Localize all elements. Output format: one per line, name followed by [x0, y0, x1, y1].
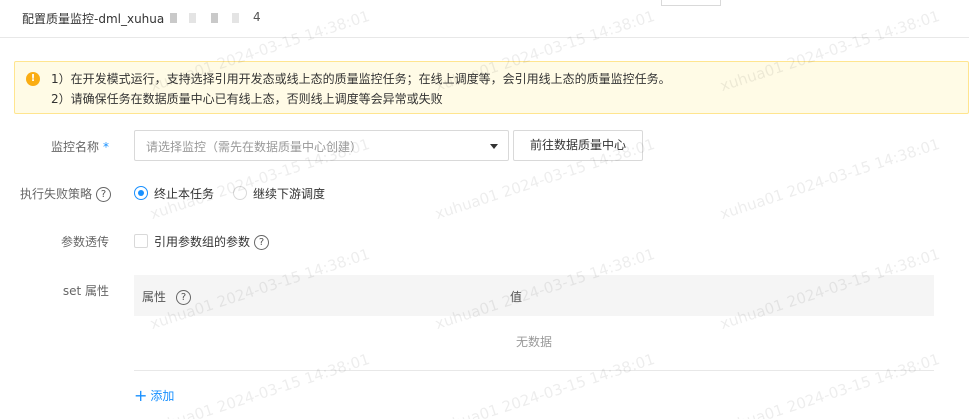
goto-data-quality-button[interactable]: 前往数据质量中心: [513, 130, 643, 161]
page-title: 配置质量监控-dml_xuhua: [22, 12, 165, 26]
set-props-table: 属性? 值 无数据: [134, 275, 934, 371]
column-header-property: 属性?: [142, 288, 192, 305]
help-icon[interactable]: ?: [96, 187, 111, 202]
set-props-label: set 属性: [62, 284, 109, 298]
caret-down-icon: [490, 144, 498, 149]
required-mark: *: [103, 140, 109, 154]
radio-stop-task-label: 终止本任务: [154, 187, 215, 201]
radio-stop-task[interactable]: 终止本任务: [134, 185, 224, 201]
warning-alert: ! 1）在开发模式运行，支持选择引用开发态或线上态的质量监控任务；在线上调度等，…: [14, 61, 969, 114]
redacted-block: [170, 13, 177, 23]
param-group-checkbox-text: 引用参数组的参数: [154, 235, 251, 249]
header-action-button[interactable]: [661, 0, 721, 6]
monitor-select[interactable]: 请选择监控（需先在数据质量中心创建）: [134, 130, 509, 161]
monitor-select-placeholder: 请选择监控（需先在数据质量中心创建）: [146, 140, 363, 154]
param-group-checkbox-label: 引用参数组的参数?: [154, 233, 270, 250]
param-passthrough-label: 参数透传: [60, 235, 109, 249]
param-group-checkbox[interactable]: [134, 234, 148, 248]
alert-line-1: 1）在开发模式运行，支持选择引用开发态或线上态的质量监控任务；在线上调度等，会引…: [51, 72, 671, 86]
table-header: 属性? 值: [134, 275, 934, 316]
monitor-name-label: 监控名称 *: [51, 138, 109, 155]
plus-icon: +: [134, 386, 148, 405]
help-icon[interactable]: ?: [254, 235, 270, 250]
page-header: 配置质量监控-dml_xuhua 4: [0, 0, 969, 38]
help-icon[interactable]: ?: [176, 290, 192, 305]
radio-continue-downstream[interactable]: 继续下游调度: [233, 185, 333, 201]
radio-continue-downstream-label: 继续下游调度: [253, 187, 326, 201]
redacted-block: [211, 13, 218, 23]
redacted-block: [189, 13, 196, 23]
add-property-link[interactable]: + 添加: [134, 387, 174, 404]
warning-icon: !: [26, 72, 40, 86]
table-divider: [134, 370, 934, 371]
empty-state-text: 无数据: [515, 335, 552, 349]
watermark: xuhua01 2024-03-15 14:38:01: [717, 134, 942, 224]
redacted-block: [232, 13, 239, 23]
failure-strategy-label: 执行失败策略?: [20, 185, 111, 202]
page-title-tail: 4: [253, 10, 261, 24]
add-property-label: 添加: [150, 389, 175, 403]
column-header-property-text: 属性: [142, 290, 167, 304]
alert-line-2: 2）请确保任务在数据质量中心已有线上态，否则线上调度等会异常或失败: [51, 92, 443, 106]
column-header-value: 值: [510, 290, 523, 304]
radio-unchecked-icon: [233, 186, 247, 200]
radio-checked-icon: [134, 186, 148, 200]
failure-strategy-label-text: 执行失败策略: [19, 187, 92, 201]
monitor-name-label-text: 监控名称: [50, 140, 99, 154]
